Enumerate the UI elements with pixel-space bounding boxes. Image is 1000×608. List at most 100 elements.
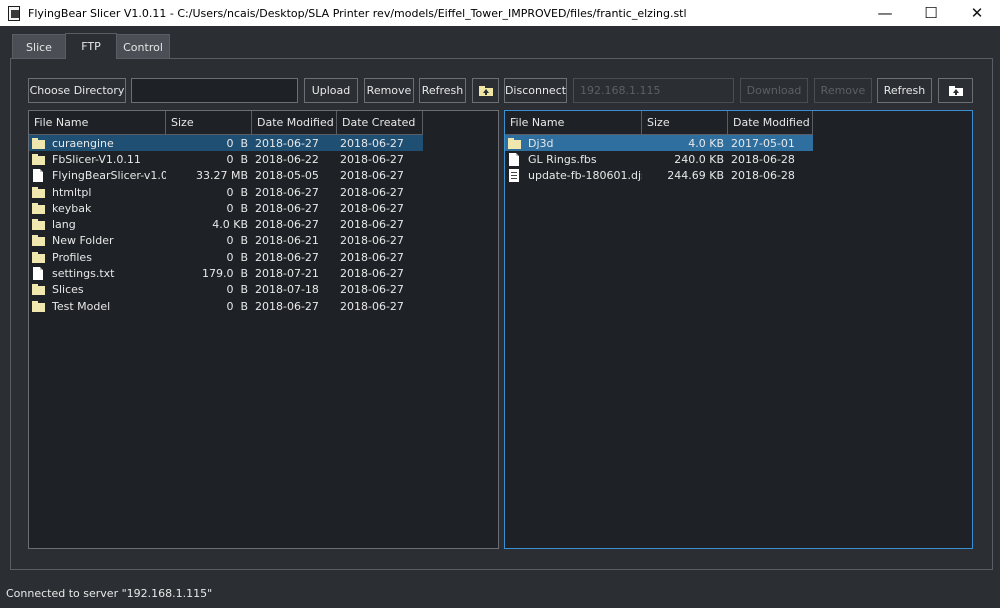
file-name-text: Profiles [52, 250, 92, 264]
file-name-text: Test Model [52, 299, 111, 313]
file-row[interactable]: New Folder 0 B 2018-06-21 2018-06-27 [29, 233, 423, 249]
status-text: Connected to server "192.168.1.115" [6, 586, 213, 600]
file-row[interactable]: update-fb-180601.djs 244.69 KB 2018-06-28 [505, 168, 813, 184]
file-size: 0 B [226, 152, 248, 166]
local-remove-button[interactable]: Remove [364, 78, 414, 103]
file-name-text: FlyingBearSlicer-v1.0.... [52, 169, 166, 183]
folder-icon [32, 202, 45, 214]
file-size: 4.0 KB [688, 136, 724, 150]
disconnect-button[interactable]: Disconnect [504, 78, 567, 103]
file-size: 0 B [226, 185, 248, 199]
upload-button[interactable]: Upload [304, 78, 358, 103]
folder-icon [508, 137, 521, 149]
document-icon [508, 169, 521, 183]
file-date-modified: 2018-06-28 [731, 152, 795, 166]
remote-rows: Dj3d 4.0 KB 2017-05-01 GL Rings.fbs 240.0 KB… [505, 135, 972, 184]
file-date-modified: 2018-07-18 [255, 283, 319, 297]
file-name: New Folder [29, 234, 166, 247]
file-date-modified: 2018-06-21 [255, 234, 319, 248]
file-date-modified: 2018-06-27 [255, 185, 319, 199]
file-row[interactable]: keybak 0 B 2018-06-27 2018-06-27 [29, 200, 423, 216]
file-name: lang [29, 218, 166, 231]
folder-icon [32, 235, 45, 247]
file-name: curaengine [29, 137, 166, 150]
column-date-modified[interactable]: Date Modified [728, 111, 813, 135]
tab-slice[interactable]: Slice [12, 34, 66, 59]
file-row[interactable]: settings.txt 179.0 B 2018-07-21 2018-06-27 [29, 265, 423, 281]
file-name-text: GL Rings.fbs [528, 152, 597, 166]
column-file-name[interactable]: File Name [505, 111, 642, 135]
file-row[interactable]: curaengine 0 B 2018-06-27 2018-06-27 [29, 135, 423, 152]
title-bar: FlyingBear Slicer V1.0.11 - C:/Users/nca… [0, 0, 1000, 26]
file-date-modified: 2018-06-27 [255, 136, 319, 150]
server-address-field[interactable]: 192.168.1.115 [573, 78, 734, 103]
file-row[interactable]: htmltpl 0 B 2018-06-27 2018-06-27 [29, 184, 423, 200]
file-size: 0 B [226, 250, 248, 264]
file-name: Dj3d [505, 137, 642, 150]
file-name: FbSlicer-V1.0.11 [29, 153, 166, 166]
file-row[interactable]: Test Model 0 B 2018-06-27 2018-06-27 [29, 298, 423, 314]
folder-icon [32, 284, 45, 296]
file-row[interactable]: lang 4.0 KB 2018-06-27 2018-06-27 [29, 216, 423, 232]
file-name: keybak [29, 202, 166, 215]
file-date-created: 2018-06-27 [340, 283, 404, 297]
choose-directory-button[interactable]: Choose Directory [28, 78, 126, 103]
file-name-text: settings.txt [52, 267, 115, 281]
file-name-text: curaengine [52, 136, 114, 150]
file-date-created: 2018-06-27 [340, 234, 404, 248]
close-button[interactable]: ✕ [954, 0, 1000, 26]
tab-ftp[interactable]: FTP [65, 33, 117, 59]
file-row[interactable]: Dj3d 4.0 KB 2017-05-01 [505, 135, 813, 152]
folder-icon [32, 219, 45, 231]
file-row[interactable]: GL Rings.fbs 240.0 KB 2018-06-28 [505, 151, 813, 167]
local-parent-folder-button[interactable] [472, 78, 499, 103]
file-date-created: 2018-06-27 [340, 218, 404, 232]
minimize-button[interactable]: — [862, 0, 908, 26]
file-name-text: New Folder [52, 234, 114, 248]
file-date-created: 2018-06-27 [340, 152, 404, 166]
file-date-created: 2018-06-27 [340, 185, 404, 199]
column-date-modified[interactable]: Date Modified [252, 111, 337, 135]
tab-control[interactable]: Control [116, 34, 170, 59]
file-date-created: 2018-06-27 [340, 250, 404, 264]
file-row[interactable]: FbSlicer-V1.0.11 0 B 2018-06-22 2018-06-27 [29, 151, 423, 167]
file-size: 179.0 B [201, 267, 248, 281]
folder-icon [32, 186, 45, 198]
file-name-text: htmltpl [52, 185, 92, 199]
file-name: update-fb-180601.djs [505, 169, 642, 183]
file-icon [32, 267, 45, 281]
folder-up-icon [478, 85, 493, 96]
remote-remove-button[interactable]: Remove [814, 78, 872, 103]
file-row[interactable]: Profiles 0 B 2018-06-27 2018-06-27 [29, 249, 423, 265]
column-size[interactable]: Size [642, 111, 728, 135]
folder-icon [32, 251, 45, 263]
local-rows: curaengine 0 B 2018-06-27 2018-06-27 FbSlice… [29, 135, 498, 314]
file-row[interactable]: Slices 0 B 2018-07-18 2018-06-27 [29, 282, 423, 298]
remote-refresh-button[interactable]: Refresh [877, 78, 932, 103]
download-button[interactable]: Download [740, 78, 808, 103]
folder-icon [32, 153, 45, 165]
column-date-created[interactable]: Date Created [337, 111, 423, 135]
file-date-created: 2018-06-27 [340, 201, 404, 215]
column-size[interactable]: Size [166, 111, 252, 135]
folder-icon [32, 137, 45, 149]
remote-parent-folder-button[interactable] [938, 78, 973, 103]
file-name: settings.txt [29, 267, 166, 281]
remote-file-list[interactable]: File Name Size Date Modified Dj3d 4.0 KB 2… [504, 110, 973, 549]
file-row[interactable]: FlyingBearSlicer-v1.0.... 33.27 MB 2018-05… [29, 168, 423, 184]
file-icon [508, 152, 521, 166]
file-date-modified: 2017-05-01 [731, 136, 795, 150]
maximize-button[interactable]: ☐ [908, 0, 954, 26]
file-name-text: Slices [52, 283, 84, 297]
local-file-list[interactable]: File Name Size Date Modified Date Create… [28, 110, 499, 549]
file-size: 4.0 KB [212, 218, 248, 232]
file-size: 0 B [226, 299, 248, 313]
file-date-modified: 2018-06-27 [255, 218, 319, 232]
directory-input[interactable] [131, 78, 298, 103]
file-name-text: lang [52, 218, 76, 232]
file-size: 33.27 MB [195, 169, 248, 183]
column-file-name[interactable]: File Name [29, 111, 166, 135]
file-date-modified: 2018-06-27 [255, 201, 319, 215]
file-name-text: Dj3d [528, 136, 554, 150]
local-refresh-button[interactable]: Refresh [419, 78, 466, 103]
